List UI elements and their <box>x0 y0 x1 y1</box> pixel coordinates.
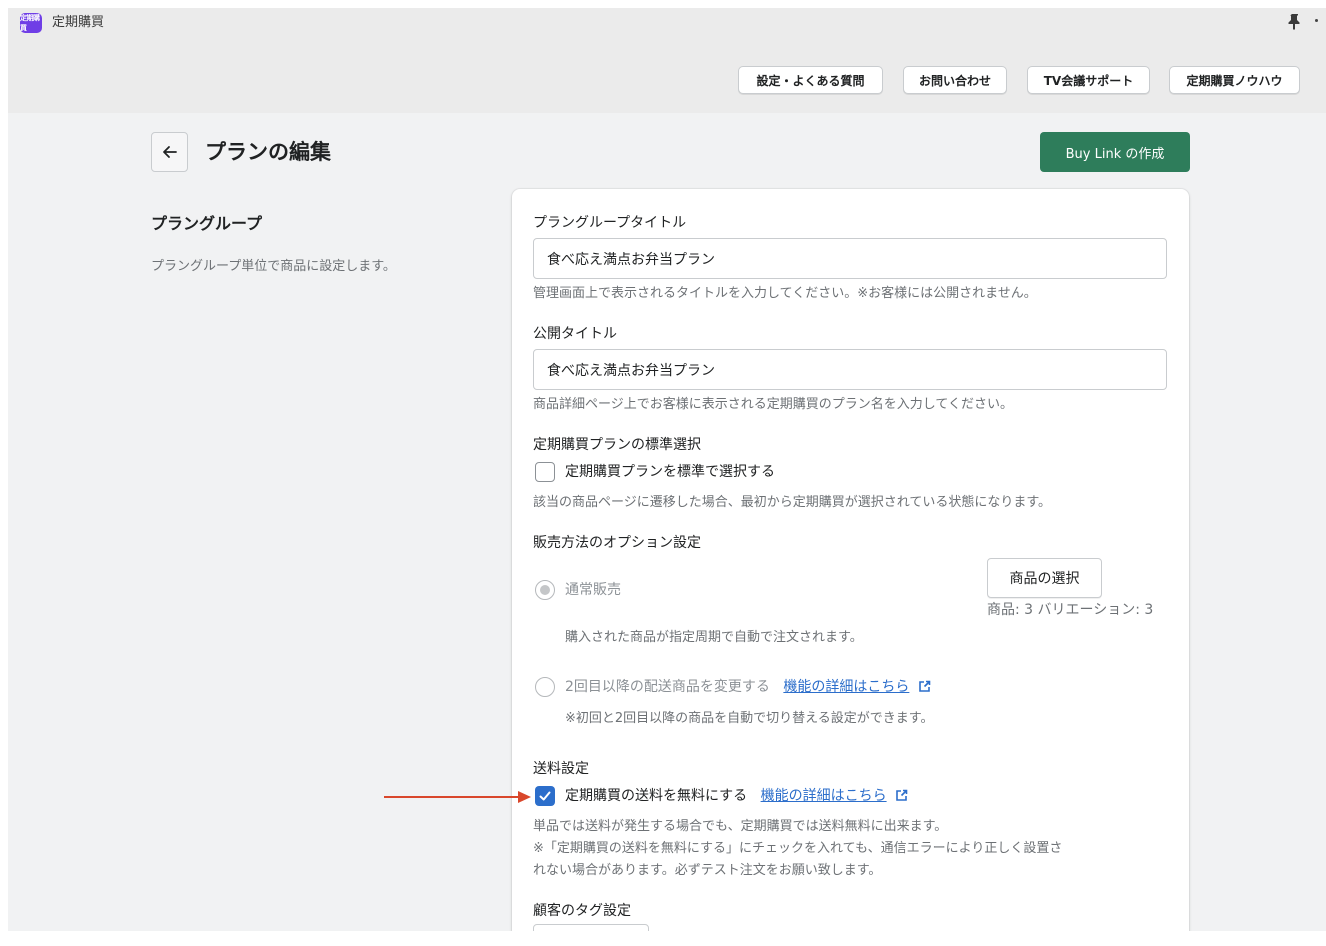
public-title-input[interactable] <box>533 349 1167 390</box>
select-product-button[interactable]: 商品の選択 <box>987 558 1102 598</box>
pin-icon[interactable] <box>1286 12 1304 30</box>
free-shipping-checkbox-label[interactable]: 定期購買の送料を無料にする <box>565 788 747 804</box>
section-description: プラングループ単位で商品に設定します。 <box>151 259 396 274</box>
faq-button[interactable]: 設定・よくある質問 <box>738 66 883 94</box>
default-select-help: 該当の商品ページに遷移した場合、最初から定期購買が選択されている状態になります。 <box>533 495 1052 510</box>
section-title: プラングループ <box>151 214 263 233</box>
app-header: 定期購買 定期購買 設定・よくある質問 お問い合わせ TV会議サポート 定期購買… <box>8 8 1326 113</box>
sales-option-label: 販売方法のオプション設定 <box>533 535 701 551</box>
group-title-label: プラングループタイトル <box>533 215 687 231</box>
public-title-label: 公開タイトル <box>533 326 617 342</box>
shipping-label: 送料設定 <box>533 761 589 777</box>
app-frame: 定期購買 定期購買 設定・よくある質問 お問い合わせ TV会議サポート 定期購買… <box>8 8 1326 931</box>
normal-sale-radio[interactable] <box>535 580 555 600</box>
free-shipping-checkbox[interactable] <box>535 786 555 806</box>
product-count: 商品: 3 バリエーション: 3 <box>987 602 1154 618</box>
customer-tag-label: 顧客のタグ設定 <box>533 903 631 919</box>
change-product-row: 2回目以降の配送商品を変更する 機能の詳細はこちら <box>565 677 931 697</box>
default-select-checkbox[interactable] <box>535 462 555 482</box>
normal-sale-help: 購入された商品が指定周期で自動で注文されます。 <box>565 630 863 645</box>
free-shipping-help-1: 単品では送料が発生する場合でも、定期購買では送料無料に出来ます。 <box>533 819 948 834</box>
group-title-help: 管理画面上で表示されるタイトルを入力してください。※お客様には公開されません。 <box>533 286 1037 301</box>
more-icon[interactable] <box>1315 19 1318 22</box>
create-buy-link-button[interactable]: Buy Link の作成 <box>1040 132 1190 172</box>
normal-sale-label: 通常販売 <box>565 582 621 598</box>
checkmark-icon <box>539 791 551 801</box>
page-title: プランの編集 <box>205 140 331 164</box>
external-link-icon <box>896 789 908 801</box>
plan-group-card: プラングループタイトル 管理画面上で表示されるタイトルを入力してください。※お客… <box>512 189 1189 931</box>
knowhow-button[interactable]: 定期購買ノウハウ <box>1169 66 1300 94</box>
app-logo: 定期購買 <box>20 13 42 33</box>
arrow-left-icon <box>162 146 177 158</box>
free-shipping-help-3: れない場合があります。必ずテスト注文をお願い致します。 <box>533 863 882 878</box>
customer-tag-input[interactable] <box>533 924 649 931</box>
free-shipping-help-2: ※「定期購買の送料を無料にする」にチェックを入れても、通信エラーにより正しく設置… <box>533 841 1063 856</box>
group-title-input[interactable] <box>533 238 1167 279</box>
change-product-help: ※初回と2回目以降の商品を自動で切り替える設定ができます。 <box>565 711 934 726</box>
default-select-label: 定期購買プランの標準選択 <box>533 437 701 453</box>
change-product-radio[interactable] <box>535 677 555 697</box>
public-title-help: 商品詳細ページ上でお客様に表示される定期購買のプラン名を入力してください。 <box>533 397 1013 412</box>
change-product-label: 2回目以降の配送商品を変更する <box>565 679 770 695</box>
tv-support-button[interactable]: TV会議サポート <box>1027 66 1150 94</box>
back-button[interactable] <box>151 132 188 172</box>
free-shipping-detail-link[interactable]: 機能の詳細はこちら <box>761 788 887 804</box>
contact-button[interactable]: お問い合わせ <box>903 66 1007 94</box>
change-product-detail-link[interactable]: 機能の詳細はこちら <box>783 679 909 695</box>
app-title: 定期購買 <box>52 15 105 30</box>
default-select-checkbox-label[interactable]: 定期購買プランを標準で選択する <box>565 462 775 482</box>
free-shipping-row: 定期購買の送料を無料にする 機能の詳細はこちら <box>565 786 908 806</box>
external-link-icon <box>919 680 931 692</box>
